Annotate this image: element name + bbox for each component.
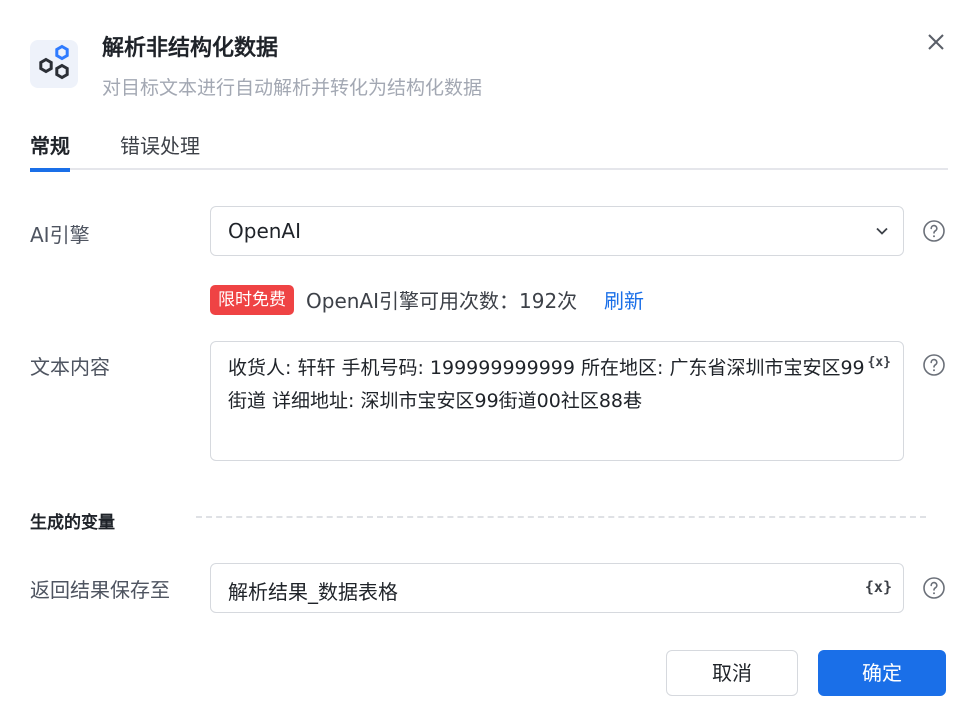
hexagon-nodes-icon <box>39 44 69 80</box>
app-icon <box>30 40 78 88</box>
help-icon <box>923 577 945 599</box>
section-divider <box>196 516 926 518</box>
insert-variable-icon[interactable]: {x} <box>865 578 892 596</box>
cancel-button[interactable]: 取消 <box>666 650 798 696</box>
tab-error-handling[interactable]: 错误处理 <box>120 130 200 168</box>
insert-variable-icon[interactable]: {x} <box>868 355 891 370</box>
help-icon <box>923 354 945 376</box>
result-input[interactable]: 解析结果_数据表格 {x} <box>210 563 904 613</box>
quota-text: OpenAI引擎可用次数：192次 <box>306 289 578 313</box>
section-title: 生成的变量 <box>30 513 115 533</box>
free-badge: 限时免费 <box>210 285 294 315</box>
result-input-value: 解析结果_数据表格 <box>228 580 398 604</box>
chevron-down-icon <box>876 227 888 235</box>
engine-select-value: OpenAI <box>228 219 301 243</box>
close-button[interactable] <box>922 28 950 56</box>
engine-label: AI引擎 <box>30 223 90 247</box>
content-textarea[interactable]: 收货人: 轩轩 手机号码: 199999999999 所在地区: 广东省深圳市宝… <box>210 341 904 461</box>
dialog-title: 解析非结构化数据 <box>102 36 279 61</box>
refresh-link[interactable]: 刷新 <box>604 285 644 314</box>
engine-select[interactable]: OpenAI <box>210 206 904 256</box>
result-label: 返回结果保存至 <box>30 578 170 602</box>
confirm-button[interactable]: 确定 <box>818 650 946 696</box>
engine-help-button[interactable] <box>922 219 946 243</box>
tab-general[interactable]: 常规 <box>30 130 70 172</box>
content-label: 文本内容 <box>30 355 110 379</box>
help-icon <box>923 220 945 242</box>
content-text: 收货人: 轩轩 手机号码: 199999999999 所在地区: 广东省深圳市宝… <box>228 357 865 412</box>
result-help-button[interactable] <box>922 576 946 600</box>
tab-bar: 常规 错误处理 <box>30 126 948 172</box>
content-help-button[interactable] <box>922 353 946 377</box>
dialog-subtitle: 对目标文本进行自动解析并转化为结构化数据 <box>102 77 483 99</box>
close-icon <box>928 34 944 50</box>
